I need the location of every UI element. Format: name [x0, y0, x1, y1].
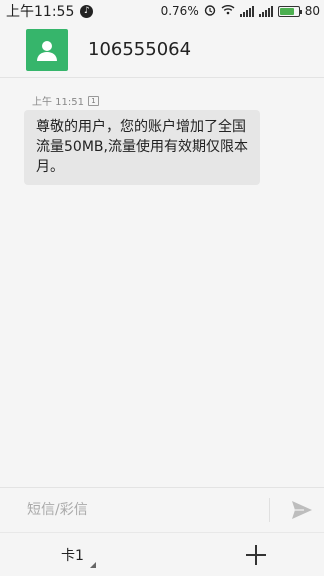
battery-level: 80: [304, 4, 320, 18]
status-time: 上午11:55: [6, 4, 75, 20]
sim-select-button[interactable]: 卡1: [61, 545, 96, 568]
signal-icon: [239, 5, 254, 17]
status-right-group: 0.76% 80: [161, 4, 320, 19]
message-timestamp-row: 上午 11:51 1: [32, 93, 99, 108]
add-attachment-button[interactable]: [244, 543, 268, 567]
send-icon: [292, 501, 312, 519]
composer-divider: [269, 498, 270, 522]
bottom-toolbar: 卡1: [0, 532, 324, 576]
message-time: 上午 11:51: [32, 97, 84, 108]
data-speed: 0.76%: [160, 4, 199, 18]
battery-icon: [277, 5, 302, 17]
signal-icon-2: [258, 5, 273, 17]
composer-bar: [0, 487, 324, 533]
alarm-icon: [204, 4, 216, 19]
avatar[interactable]: [26, 28, 68, 71]
contact-number: 106555064: [88, 39, 192, 60]
sim-label: 卡1: [61, 547, 84, 564]
person-icon: [37, 40, 57, 61]
wifi-icon: [221, 4, 235, 18]
dropdown-corner-icon: [89, 561, 96, 568]
message-list[interactable]: 上午 11:51 1 尊敬的用户，您的账户增加了全国流量50MB,流量使用有效期…: [0, 79, 324, 487]
send-button[interactable]: [280, 488, 324, 533]
status-bar: 上午11:55 ♪ 0.76% 80: [0, 0, 324, 22]
message-input[interactable]: [0, 487, 269, 533]
sms-conversation-screen: 上午11:55 ♪ 0.76% 80 106555064 上午 11:51 1: [0, 0, 324, 576]
sim-card-badge: 1: [88, 95, 99, 106]
notification-badge-icon: ♪: [80, 4, 94, 18]
message-bubble[interactable]: 尊敬的用户，您的账户增加了全国流量50MB,流量使用有效期仅限本月。: [24, 110, 260, 185]
contact-header[interactable]: 106555064: [0, 22, 324, 78]
